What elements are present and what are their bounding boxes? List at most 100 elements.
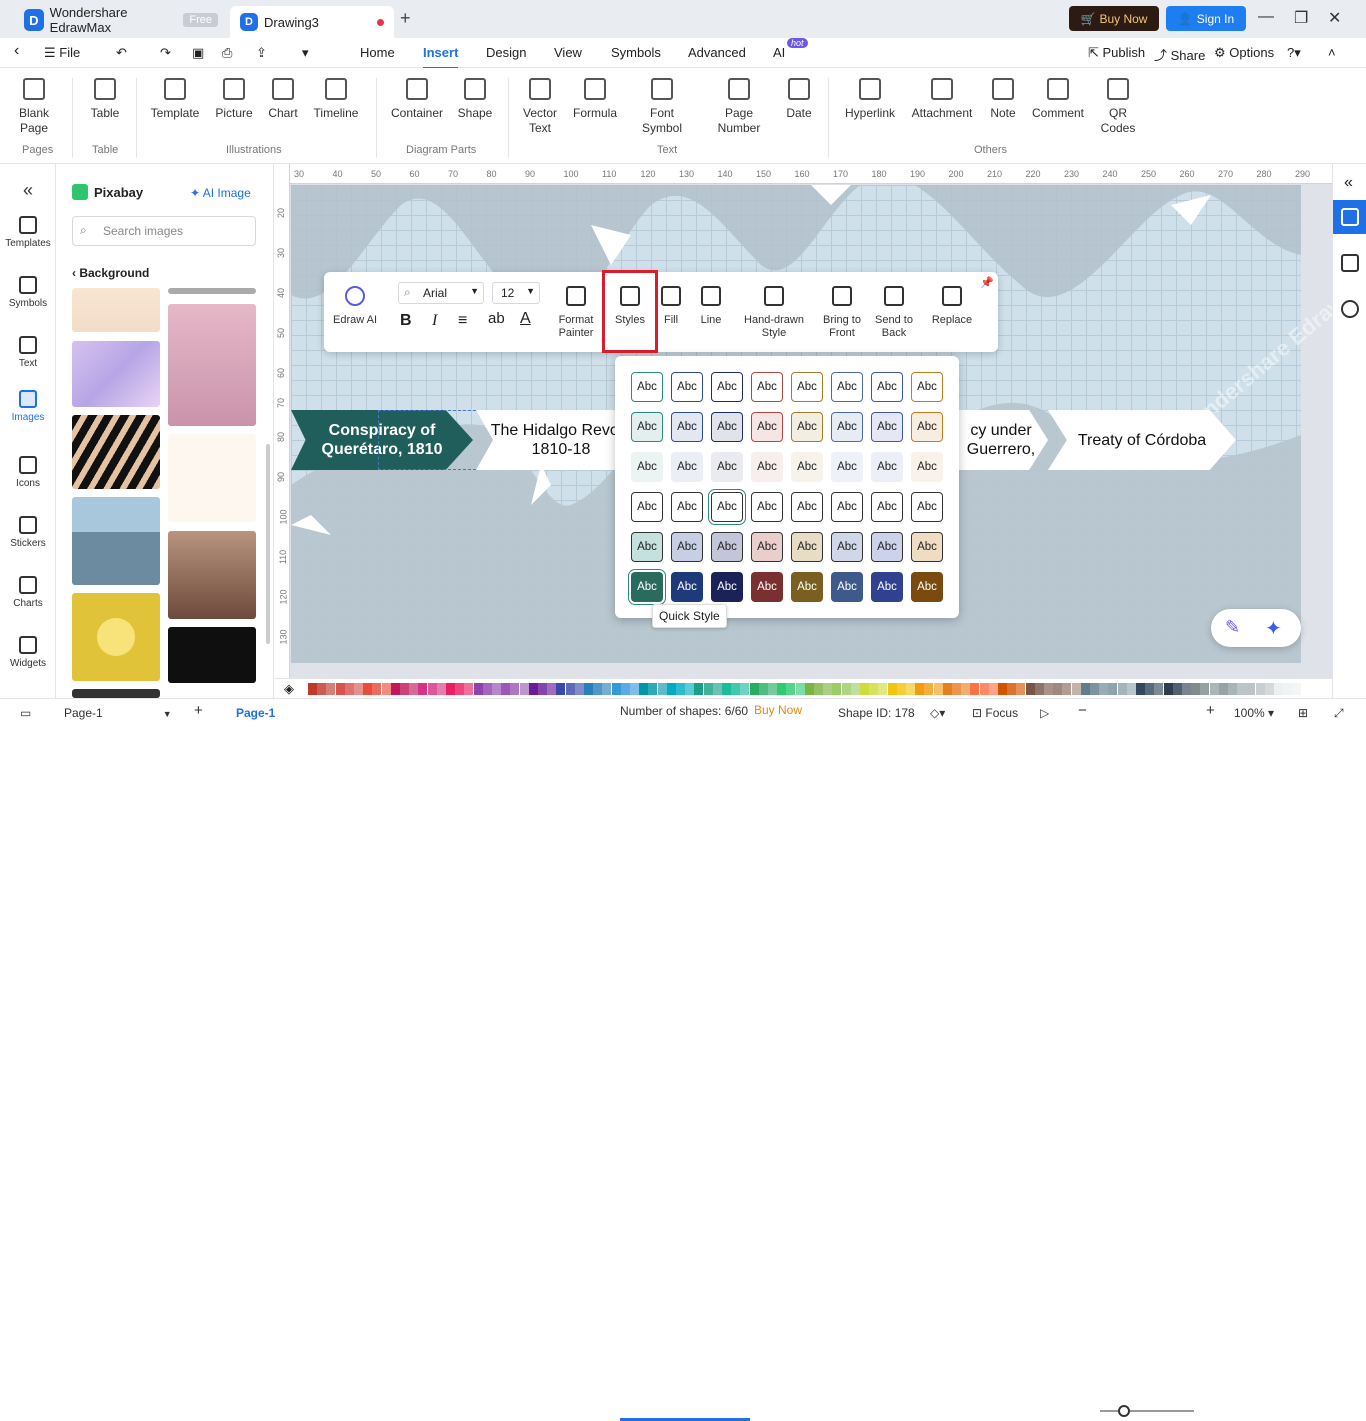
palette-color-swatch[interactable] — [1182, 683, 1191, 695]
palette-color-swatch[interactable] — [528, 683, 538, 695]
palette-color-swatch[interactable] — [758, 683, 768, 695]
page-properties-icon[interactable] — [1341, 254, 1359, 272]
quick-style-swatch[interactable]: Abc — [671, 532, 703, 562]
date-button[interactable]: Date — [782, 78, 816, 121]
palette-color-swatch[interactable] — [795, 683, 805, 695]
palette-color-swatch[interactable] — [860, 683, 869, 695]
tab-home[interactable]: Home — [360, 45, 395, 60]
font-family-select[interactable]: Arial ▼ — [398, 282, 484, 304]
quick-style-swatch[interactable]: Abc — [711, 492, 743, 522]
quick-style-swatch[interactable]: Abc — [751, 492, 783, 522]
palette-color-swatch[interactable] — [464, 683, 474, 695]
nav-images[interactable]: Images — [0, 390, 56, 423]
sign-in-button[interactable]: 👤 Sign In — [1166, 6, 1246, 31]
share-button[interactable]: ⤴ Share — [1154, 45, 1205, 64]
palette-color-swatch[interactable] — [850, 683, 860, 695]
hyperlink-button[interactable]: Hyperlink — [840, 78, 900, 121]
palette-color-swatch[interactable] — [482, 683, 492, 695]
italic-icon[interactable]: I — [432, 312, 437, 330]
fill-button[interactable]: Fill — [658, 286, 684, 327]
palette-color-swatch[interactable] — [1200, 683, 1210, 695]
quick-style-swatch[interactable]: Abc — [711, 412, 743, 442]
quick-style-swatch[interactable]: Abc — [791, 532, 823, 562]
palette-color-swatch[interactable] — [1255, 683, 1265, 695]
palette-color-swatch[interactable] — [1099, 683, 1109, 695]
palette-color-swatch[interactable] — [952, 683, 961, 695]
palette-color-swatch[interactable] — [519, 683, 529, 695]
palette-color-swatch[interactable] — [1080, 683, 1090, 695]
palette-color-swatch[interactable] — [344, 683, 354, 695]
image-thumbnail[interactable] — [168, 627, 256, 683]
palette-color-swatch[interactable] — [1016, 683, 1026, 695]
palette-color-swatch[interactable] — [749, 683, 759, 695]
palette-color-swatch[interactable] — [547, 683, 557, 695]
quick-style-swatch[interactable]: Abc — [791, 452, 823, 482]
quick-style-swatch[interactable]: Abc — [671, 452, 703, 482]
quick-style-swatch[interactable]: Abc — [911, 572, 943, 602]
bring-to-front-button[interactable]: Bring to Front — [818, 286, 866, 340]
palette-color-swatch[interactable] — [381, 683, 391, 695]
palette-color-swatch[interactable] — [777, 683, 787, 695]
ai-sparkle-icon[interactable]: ✦ — [1265, 616, 1282, 641]
table-button[interactable]: Table — [88, 78, 122, 121]
qr-codes-button[interactable]: QR Codes — [1098, 78, 1138, 136]
print-icon[interactable]: ⎙ — [222, 45, 232, 61]
palette-color-swatch[interactable] — [584, 683, 593, 695]
palette-color-swatch[interactable] — [1237, 683, 1247, 695]
palette-color-swatch[interactable] — [933, 683, 943, 695]
palette-color-swatch[interactable] — [538, 683, 547, 695]
palette-color-swatch[interactable] — [915, 683, 925, 695]
palette-color-swatch[interactable] — [841, 683, 851, 695]
quick-style-swatch[interactable]: Abc — [671, 372, 703, 402]
palette-color-swatch[interactable] — [1108, 683, 1118, 695]
palette-color-swatch[interactable] — [961, 683, 971, 695]
palette-color-swatch[interactable] — [326, 683, 336, 695]
quick-style-swatch[interactable]: Abc — [831, 452, 863, 482]
help-icon[interactable]: ?▾ — [1287, 45, 1301, 61]
palette-color-swatch[interactable] — [887, 683, 897, 695]
palette-color-swatch[interactable] — [1062, 683, 1072, 695]
quick-style-swatch[interactable]: Abc — [911, 452, 943, 482]
chart-button[interactable]: Chart — [264, 78, 302, 121]
timeline-button[interactable]: Timeline — [308, 78, 364, 121]
quick-style-swatch[interactable]: Abc — [791, 492, 823, 522]
palette-color-swatch[interactable] — [611, 683, 621, 695]
case-icon[interactable]: ab — [488, 310, 505, 327]
quick-style-swatch[interactable]: Abc — [631, 572, 663, 602]
palette-color-swatch[interactable] — [390, 683, 400, 695]
comment-button[interactable]: Comment — [1028, 78, 1088, 121]
category-back[interactable]: ‹ Background — [72, 266, 149, 280]
layers-icon[interactable]: ◇▾ — [930, 706, 945, 720]
quick-style-swatch[interactable]: Abc — [711, 372, 743, 402]
line-button[interactable]: Line — [696, 286, 726, 327]
quick-style-swatch[interactable]: Abc — [751, 412, 783, 442]
palette-color-swatch[interactable] — [593, 683, 603, 695]
palette-color-swatch[interactable] — [1209, 683, 1219, 695]
palette-color-swatch[interactable] — [1172, 683, 1182, 695]
ai-image-button[interactable]: ✦ AI Image — [190, 186, 251, 200]
palette-color-swatch[interactable] — [1025, 683, 1035, 695]
font-size-select[interactable]: 12 ▼ — [492, 282, 540, 304]
zoom-slider[interactable] — [1100, 1410, 1194, 1412]
palette-color-swatch[interactable] — [1136, 683, 1145, 695]
palette-color-swatch[interactable] — [1228, 683, 1237, 695]
quick-style-swatch[interactable]: Abc — [751, 372, 783, 402]
redo-icon[interactable]: ↷ — [160, 45, 171, 61]
palette-color-swatch[interactable] — [722, 683, 731, 695]
palette-color-swatch[interactable] — [556, 683, 566, 695]
palette-color-swatch[interactable] — [942, 683, 952, 695]
palette-color-swatch[interactable] — [657, 683, 667, 695]
zoom-out-icon[interactable]: − — [1078, 702, 1087, 719]
bold-icon[interactable]: B — [400, 312, 412, 330]
image-thumbnail[interactable] — [72, 341, 160, 407]
template-button[interactable]: Template — [148, 78, 202, 121]
palette-color-swatch[interactable] — [970, 683, 980, 695]
ai-draw-icon[interactable]: ✎ — [1225, 617, 1240, 638]
palette-color-swatch[interactable] — [565, 683, 575, 695]
quick-style-swatch[interactable]: Abc — [671, 412, 703, 442]
pin-icon[interactable]: 📌 — [980, 276, 994, 289]
palette-color-swatch[interactable] — [703, 683, 713, 695]
nav-symbols[interactable]: Symbols — [0, 276, 56, 309]
quick-style-swatch[interactable]: Abc — [791, 372, 823, 402]
quick-style-swatch[interactable]: Abc — [831, 412, 863, 442]
